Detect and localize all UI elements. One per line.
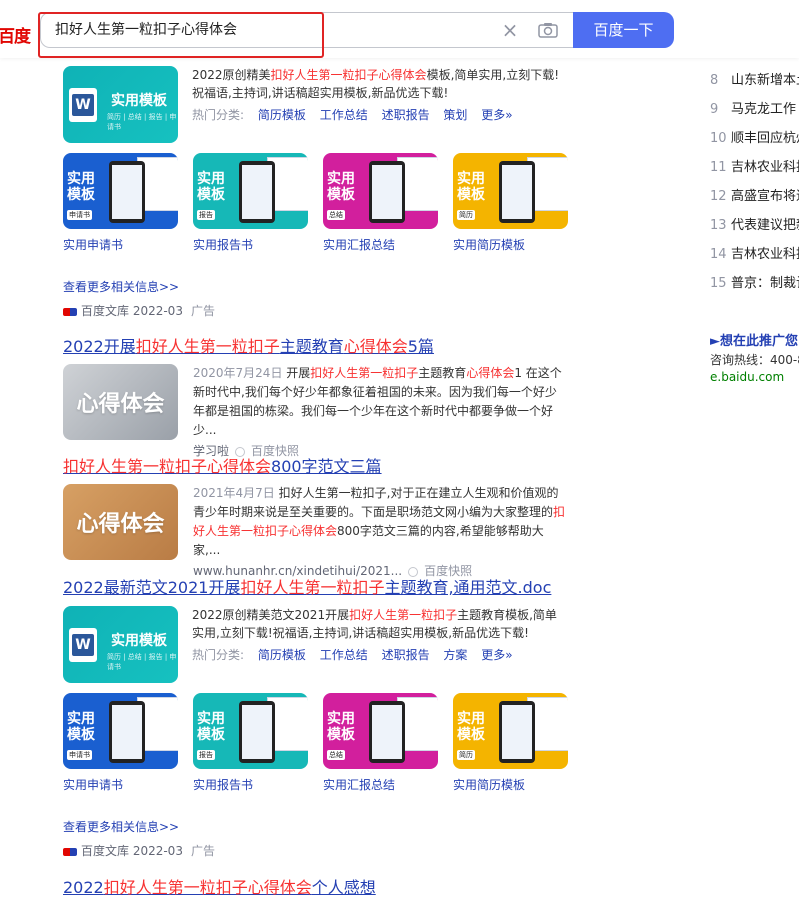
ad-tag[interactable]: 广告 xyxy=(191,304,215,318)
more-info-link[interactable]: 查看更多相关信息>> xyxy=(63,278,179,295)
search-result: 扣好人生第一粒扣子心得体会800字范文三篇 心得体会 2021年4月7日 扣好人… xyxy=(63,456,623,581)
hot-item[interactable]: 12高盛宣布将退 xyxy=(710,182,799,211)
result-title-link[interactable]: 扣好人生第一粒扣子心得体会800字范文三篇 xyxy=(63,456,623,478)
clear-icon[interactable]: × xyxy=(500,19,520,41)
ad-block: 实用模板 简历 | 总结 | 报告 | 申请书 2022原创精美范文2021开展… xyxy=(63,598,623,858)
template-thumbnail[interactable]: 实用模板 简历 | 总结 | 报告 | 申请书 xyxy=(63,66,178,143)
search-button[interactable]: 百度一下 xyxy=(573,12,674,48)
wenku-logo-icon xyxy=(63,307,77,316)
safety-icon xyxy=(235,446,246,457)
ad-description: 2022原创精美范文2021开展扣好人生第一粒扣子主题教育模板,简单实用,立刻下… xyxy=(192,606,564,683)
card-image[interactable]: 实用模板 申请书 xyxy=(63,693,178,769)
word-icon xyxy=(69,628,97,662)
result-thumbnail[interactable]: 心得体会 xyxy=(63,364,178,440)
safety-icon xyxy=(408,566,419,577)
template-card[interactable]: 实用模板 申请书 实用申请书 xyxy=(63,693,178,793)
template-card[interactable]: 实用模板 申请书 实用申请书 xyxy=(63,153,178,253)
hot-item[interactable]: 9 马克龙工作 xyxy=(710,95,799,124)
ad-tag[interactable]: 广告 xyxy=(191,844,215,858)
hot-categories: 热门分类: 简历模板 工作总结 述职报告 方案 更多» xyxy=(192,648,513,662)
template-card[interactable]: 实用模板 总结 实用汇报总结 xyxy=(323,153,438,253)
category-link[interactable]: 工作总结 xyxy=(320,648,368,662)
result-thumbnail[interactable]: 心得体会 xyxy=(63,484,178,560)
template-card[interactable]: 实用模板 总结 实用汇报总结 xyxy=(323,693,438,793)
card-image[interactable]: 实用模板 报告 xyxy=(193,693,308,769)
ad-description: 2022原创精美扣好人生第一粒扣子心得体会模板,简单实用,立刻下载!祝福语,主持… xyxy=(192,66,564,143)
result-title-link[interactable]: 2022最新范文2021开展扣好人生第一粒扣子主题教育,通用范文.doc xyxy=(63,577,623,599)
promo-url[interactable]: e.baidu.com xyxy=(710,369,799,385)
ad-block: 实用模板 简历 | 总结 | 报告 | 申请书 2022原创精美扣好人生第一粒扣… xyxy=(63,58,623,318)
search-result: 2022开展扣好人生第一粒扣子主题教育心得体会5篇 心得体会 2020年7月24… xyxy=(63,336,623,461)
result-title-link[interactable]: 2022开展扣好人生第一粒扣子主题教育心得体会5篇 xyxy=(63,336,623,358)
camera-icon[interactable] xyxy=(538,22,558,38)
hot-search-list: 8山东新增本土 9马克龙工作 10顺丰回应杭州 11吉林农业科技 12高盛宣布将… xyxy=(710,66,799,298)
ad-source: 百度文库 2022-03 广告 xyxy=(63,842,215,859)
promo-hotline: 咨询热线：400-8 xyxy=(710,353,799,367)
hot-item[interactable]: 14吉林农业科技 xyxy=(710,240,799,269)
template-card[interactable]: 实用模板 简历 实用简历模板 xyxy=(453,153,568,253)
hot-item[interactable]: 11吉林农业科技 xyxy=(710,153,799,182)
template-thumbnail[interactable]: 实用模板 简历 | 总结 | 报告 | 申请书 xyxy=(63,606,178,683)
ad-source: 百度文库 2022-03 广告 xyxy=(63,302,215,319)
card-image[interactable]: 实用模板 总结 xyxy=(323,693,438,769)
more-categories-link[interactable]: 更多» xyxy=(481,648,512,662)
category-link[interactable]: 述职报告 xyxy=(382,108,430,122)
hot-item[interactable]: 8山东新增本土 xyxy=(710,66,799,95)
baidu-logo[interactable]: 百度 xyxy=(0,22,31,47)
promo-box: ►想在此推广您 咨询热线：400-8 e.baidu.com xyxy=(710,333,799,385)
more-categories-link[interactable]: 更多» xyxy=(481,108,512,122)
promo-link[interactable]: ►想在此推广您 xyxy=(710,333,799,351)
template-cards: 实用模板 申请书 实用申请书 实用模板 报告 实用报告书 实用模板 总结 实用汇报总结 xyxy=(63,693,568,793)
hot-item[interactable]: 10顺丰回应杭州 xyxy=(710,124,799,153)
result-snippet: 2021年4月7日 扣好人生第一粒扣子,对于正在建立人生观和价值观的青少年时期来… xyxy=(193,486,566,578)
category-link[interactable]: 工作总结 xyxy=(320,108,368,122)
search-highlight-box xyxy=(38,12,324,58)
card-image[interactable]: 实用模板 申请书 xyxy=(63,153,178,229)
card-image[interactable]: 实用模板 简历 xyxy=(453,153,568,229)
template-card[interactable]: 实用模板 简历 实用简历模板 xyxy=(453,693,568,793)
category-link[interactable]: 策划 xyxy=(443,108,467,122)
category-link[interactable]: 简历模板 xyxy=(258,648,306,662)
search-result: 2022扣好人生第一粒扣子心得体会个人感想 xyxy=(63,877,623,899)
card-image[interactable]: 实用模板 总结 xyxy=(323,153,438,229)
word-icon xyxy=(69,88,97,122)
ad-result: 2022最新范文2021开展扣好人生第一粒扣子主题教育,通用范文.doc xyxy=(63,577,623,599)
card-image[interactable]: 实用模板 简历 xyxy=(453,693,568,769)
category-link[interactable]: 方案 xyxy=(443,648,467,662)
result-snippet: 2020年7月24日 开展扣好人生第一粒扣子主题教育心得体会1 在这个新时代中,… xyxy=(193,366,562,458)
wenku-logo-icon xyxy=(63,847,77,856)
hot-item[interactable]: 15普京：制裁让 xyxy=(710,269,799,298)
template-card[interactable]: 实用模板 报告 实用报告书 xyxy=(193,693,308,793)
template-cards: 实用模板 申请书 实用申请书 实用模板 报告 实用报告书 实用模板 总结 实用汇报总结 xyxy=(63,153,568,253)
more-info-link[interactable]: 查看更多相关信息>> xyxy=(63,818,179,835)
snapshot-link[interactable]: 百度快照 xyxy=(424,564,472,578)
result-title-link[interactable]: 2022扣好人生第一粒扣子心得体会个人感想 xyxy=(63,877,623,899)
card-image[interactable]: 实用模板 报告 xyxy=(193,153,308,229)
category-link[interactable]: 述职报告 xyxy=(382,648,430,662)
hot-item[interactable]: 13代表建议把新 xyxy=(710,211,799,240)
hot-categories: 热门分类: 简历模板 工作总结 述职报告 策划 更多» xyxy=(192,108,513,122)
result-site[interactable]: www.hunanhr.cn/xindetihui/2021... xyxy=(193,564,402,578)
template-card[interactable]: 实用模板 报告 实用报告书 xyxy=(193,153,308,253)
category-link[interactable]: 简历模板 xyxy=(258,108,306,122)
